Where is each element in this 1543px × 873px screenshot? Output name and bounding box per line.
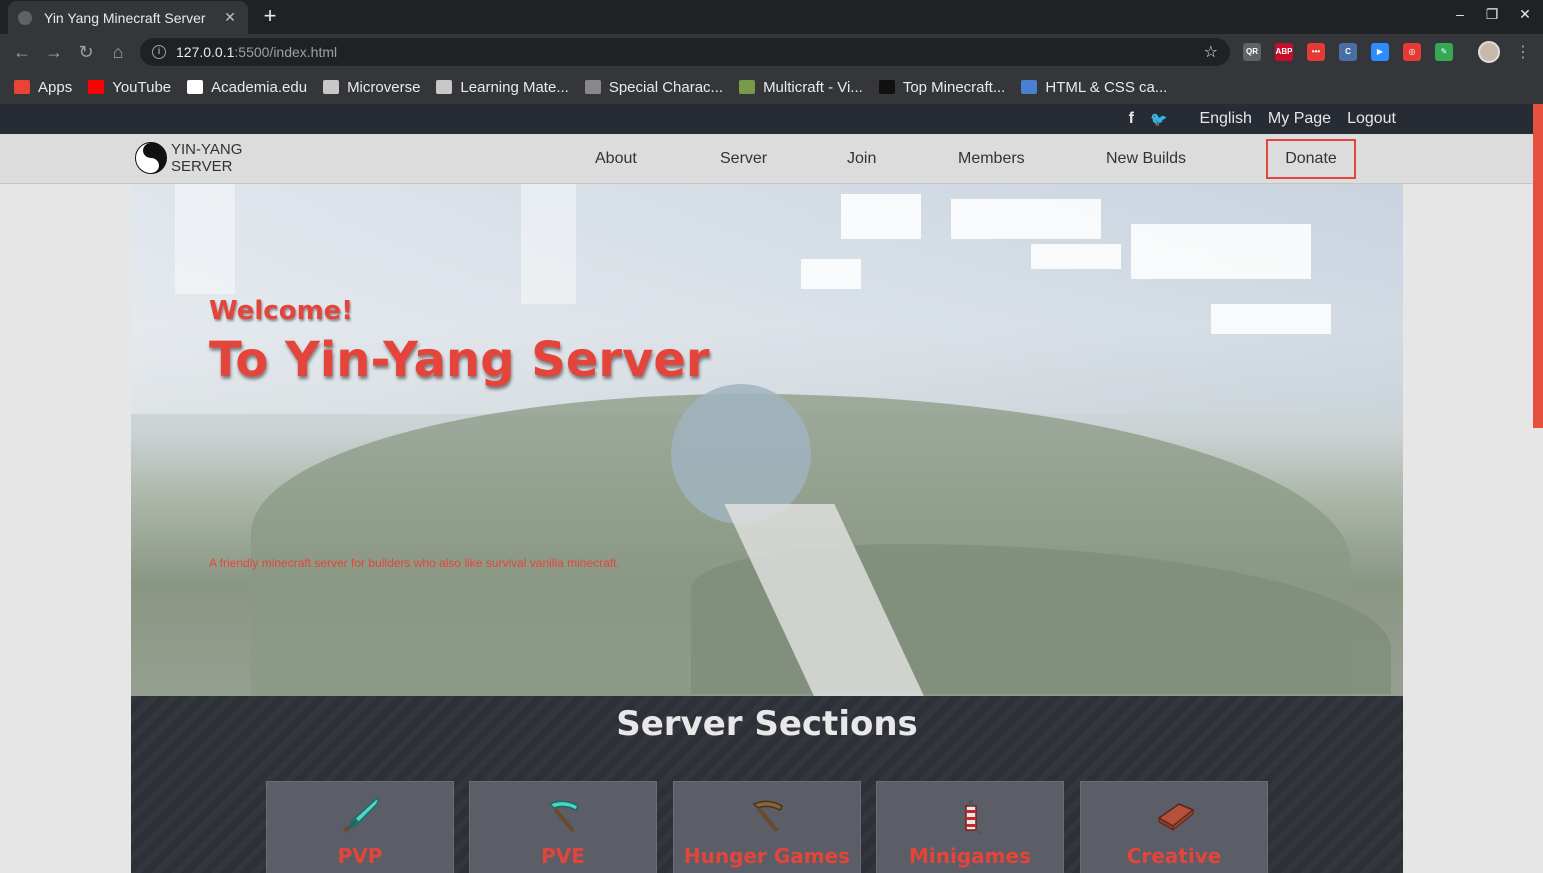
site-logo[interactable]: YIN-YANG SERVER	[135, 141, 242, 175]
section-label-pve: PVE	[541, 844, 585, 868]
bookmark-label: Multicraft - Vi...	[763, 78, 863, 96]
section-label-pvp: PVP	[337, 844, 383, 868]
facebook-icon[interactable]: f	[1129, 110, 1134, 128]
bookmark-label: Apps	[38, 78, 73, 96]
server-sections: Server Sections PVP PVE Hunger Games Min…	[131, 696, 1403, 873]
browser-menu-icon[interactable]: ⋮	[1515, 42, 1531, 62]
qr-extension-icon[interactable]: QR	[1243, 43, 1261, 61]
section-label-hunger-games: Hunger Games	[683, 844, 851, 868]
section-card-pve[interactable]: PVE	[469, 781, 657, 873]
logo-line-2: SERVER	[171, 158, 233, 175]
diamond-sword-icon	[343, 796, 381, 833]
restore-icon[interactable]: ❐	[1482, 6, 1502, 23]
section-label-minigames: Minigames	[909, 844, 1031, 868]
bookmark-apps-icon	[14, 80, 30, 94]
section-card-hunger-games[interactable]: Hunger Games	[673, 781, 861, 873]
site-info-icon[interactable]: i	[152, 45, 166, 59]
section-card-pvp[interactable]: PVP	[266, 781, 454, 873]
hero-title: To Yin-Yang Server	[209, 332, 710, 388]
home-icon[interactable]: ⌂	[106, 40, 130, 64]
bookmarks-bar: Apps YouTube Academia.edu Microverse Learnin…	[0, 70, 1543, 104]
donate-button[interactable]: Donate	[1266, 139, 1356, 179]
browser-tab[interactable]: Yin Yang Minecraft Server ✕	[8, 1, 248, 34]
forward-icon[interactable]: →	[42, 40, 66, 64]
bookmark-label: Learning Mate...	[460, 78, 569, 96]
yin-yang-icon	[135, 142, 167, 174]
hero-banner: Welcome! To Yin-Yang Server A friendly m…	[131, 184, 1403, 696]
new-tab-button[interactable]: +	[258, 5, 282, 29]
bookmark-html-css-icon	[1021, 80, 1038, 94]
main-nav: YIN-YANG SERVER About Server Join Member…	[0, 134, 1533, 184]
bookmark-academia-icon	[187, 80, 204, 94]
tab-close-icon[interactable]: ✕	[222, 9, 238, 26]
url-path: :5500/index.html	[234, 44, 338, 60]
adblock-icon[interactable]: ABP	[1275, 43, 1293, 61]
hero-welcome: Welcome!	[209, 296, 354, 326]
nav-join[interactable]: Join	[847, 150, 876, 168]
minimize-icon[interactable]: –	[1450, 6, 1470, 22]
bookmark-learning[interactable]: Learning Mate...	[436, 78, 569, 96]
url-host: 127.0.0.1	[176, 44, 235, 60]
back-icon[interactable]: ←	[10, 40, 34, 64]
bookmark-label: Special Charac...	[608, 78, 724, 96]
tab-title: Yin Yang Minecraft Server	[44, 9, 206, 26]
nav-new-builds[interactable]: New Builds	[1106, 150, 1186, 168]
bookmark-star-icon[interactable]: ☆	[1204, 42, 1218, 62]
nav-about[interactable]: About	[595, 150, 637, 168]
page-scrollbar-thumb[interactable]	[1533, 104, 1543, 428]
extension-pen-icon[interactable]: ✎	[1435, 43, 1453, 61]
bookmark-youtube[interactable]: YouTube	[88, 79, 171, 96]
reload-icon[interactable]: ↻	[74, 40, 98, 64]
nav-server[interactable]: Server	[720, 150, 767, 168]
bookmark-youtube-icon	[88, 80, 105, 94]
extension-c-icon[interactable]: C	[1339, 43, 1357, 61]
bookmark-special-chars-icon	[584, 80, 601, 94]
browser-toolbar: ← → ↻ ⌂ i 127.0.0.1 :5500/index.html ☆ Q…	[0, 34, 1543, 70]
section-card-minigames[interactable]: Minigames	[876, 781, 1064, 873]
extension-ring-icon[interactable]: ◎	[1403, 43, 1421, 61]
sections-title: Server Sections	[616, 704, 918, 744]
bookmark-special-chars[interactable]: Special Charac...	[584, 78, 724, 96]
bookmark-label: Microverse	[347, 78, 421, 96]
bookmark-microverse-icon	[323, 80, 340, 94]
bookmark-top-minecraft[interactable]: Top Minecraft...	[878, 78, 1006, 96]
section-label-creative: Creative	[1126, 844, 1222, 868]
globe-icon	[18, 10, 32, 25]
bookmark-multicraft-icon	[739, 80, 756, 94]
bookmark-learning-icon	[436, 80, 453, 94]
bookmark-multicraft[interactable]: Multicraft - Vi...	[739, 79, 863, 96]
bookmark-microverse[interactable]: Microverse	[323, 79, 420, 96]
bookmark-label: YouTube	[112, 78, 172, 96]
profile-avatar[interactable]	[1478, 41, 1500, 63]
logout-link[interactable]: Logout	[1347, 110, 1396, 128]
firework-icon	[965, 800, 983, 835]
address-bar[interactable]: i 127.0.0.1 :5500/index.html ☆	[140, 38, 1230, 66]
wooden-pickaxe-icon	[752, 800, 783, 833]
brick-icon	[1157, 803, 1195, 832]
bookmark-label: Top Minecraft...	[902, 78, 1006, 96]
twitter-icon[interactable]: 🐦	[1150, 111, 1167, 128]
nav-members[interactable]: Members	[958, 150, 1025, 168]
hero-tagline: A friendly minecraft server for builders…	[209, 556, 620, 570]
site-topbar: f 🐦 English My Page Logout	[0, 104, 1533, 134]
logo-line-1: YIN-YANG	[171, 141, 243, 158]
bookmark-label: HTML & CSS ca...	[1045, 78, 1168, 96]
window-close-icon[interactable]: ✕	[1515, 6, 1535, 23]
language-link[interactable]: English	[1199, 110, 1251, 128]
bookmark-apps[interactable]: Apps	[14, 79, 72, 96]
bookmark-html-css[interactable]: HTML & CSS ca...	[1021, 79, 1167, 96]
browser-tabstrip: Yin Yang Minecraft Server ✕ + – ❐ ✕	[0, 0, 1543, 34]
diamond-pickaxe-icon	[548, 800, 579, 833]
my-page-link[interactable]: My Page	[1268, 110, 1331, 128]
extension-red-icon[interactable]: •••	[1307, 43, 1325, 61]
bookmark-top-minecraft-icon	[878, 80, 895, 94]
bookmark-label: Academia.edu	[211, 78, 308, 96]
section-card-creative[interactable]: Creative	[1080, 781, 1268, 873]
zoom-icon[interactable]: ▶	[1371, 43, 1389, 61]
bookmark-academia[interactable]: Academia.edu	[187, 79, 307, 96]
